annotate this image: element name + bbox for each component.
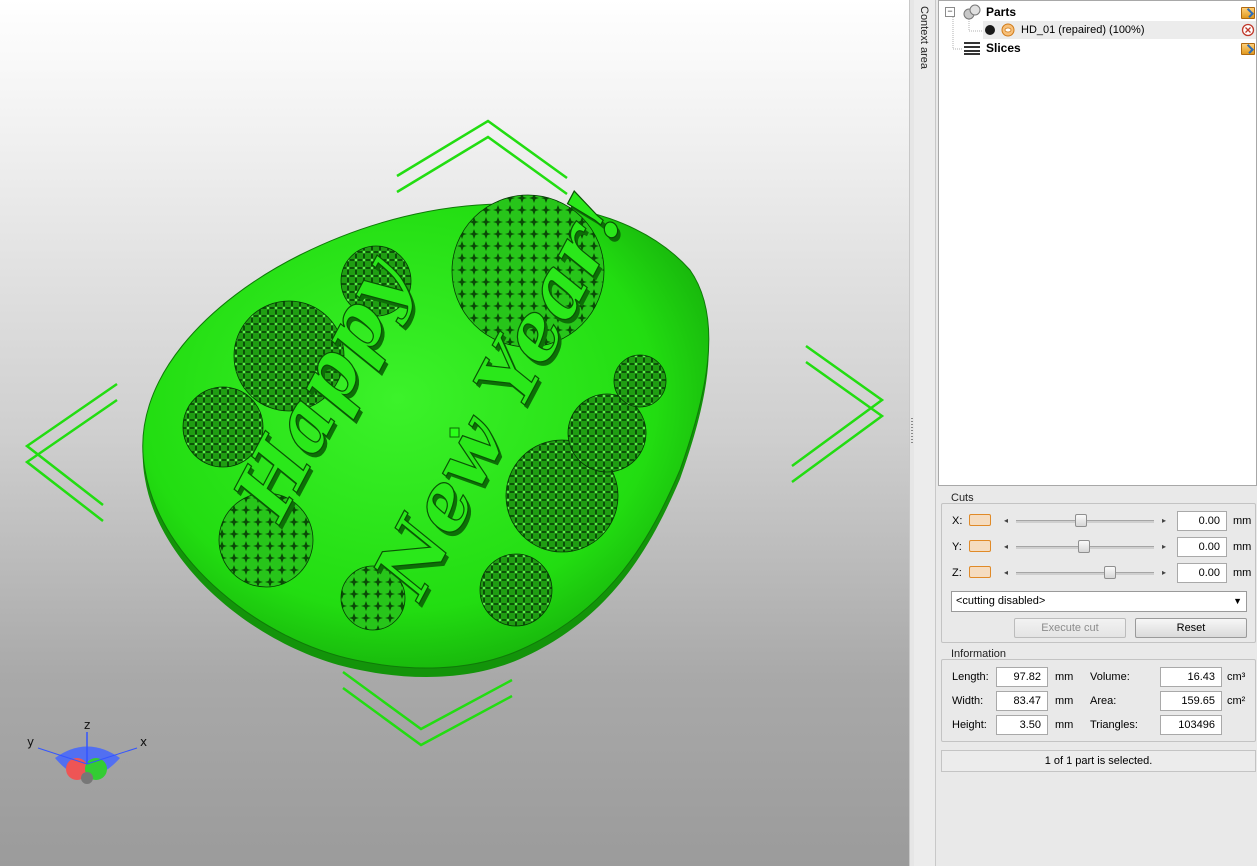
cut-z-slider-thumb[interactable] <box>1104 566 1116 579</box>
slices-icon <box>964 42 980 55</box>
volume-unit: cm³ <box>1227 671 1246 683</box>
triangles-label: Triangles: <box>1090 719 1138 731</box>
transform-arrow-right[interactable] <box>791 344 885 484</box>
transform-arrow-bottom[interactable] <box>342 670 513 747</box>
parts-collapse-toggle[interactable]: − <box>945 7 955 17</box>
cut-x-slider-right-arrow-icon[interactable]: ▸ <box>1162 516 1166 525</box>
panel-empty-area <box>938 774 1257 866</box>
volume-label: Volume: <box>1090 671 1130 683</box>
context-area-label: Context area <box>918 6 930 69</box>
axis-label-x: x <box>140 735 147 749</box>
cut-x-label: X: <box>952 515 963 527</box>
area-unit: cm² <box>1227 695 1246 707</box>
selection-status-bar: 1 of 1 part is selected. <box>941 750 1256 772</box>
height-unit: mm <box>1055 719 1074 731</box>
cut-x-slider[interactable]: ◂ ▸ <box>1002 514 1168 528</box>
length-value: 97.82 <box>996 667 1048 687</box>
cut-x-value-field[interactable]: 0.00 <box>1177 511 1227 531</box>
axis-gizmo[interactable]: z x y <box>27 718 147 784</box>
transform-arrow-top[interactable] <box>396 119 568 196</box>
tree-item-slices-label: Slices <box>986 41 1021 55</box>
volume-value: 16.43 <box>1160 667 1222 687</box>
width-label: Width: <box>952 695 984 707</box>
width-unit: mm <box>1055 695 1074 707</box>
viewport-canvas[interactable]: Happy Happy New Year! New Year! z x y <box>0 0 909 866</box>
area-value: 159.65 <box>1160 691 1222 711</box>
cut-z-color-button[interactable] <box>969 566 991 578</box>
remove-part-icon[interactable] <box>1241 23 1255 37</box>
execute-cut-button[interactable]: Execute cut <box>1014 618 1126 638</box>
context-area-tab[interactable]: Context area <box>914 0 936 866</box>
right-panel: − Parts HD_01 (repaired) (100%) Slices C… <box>936 0 1257 866</box>
cut-y-slider-left-arrow-icon[interactable]: ◂ <box>1004 542 1008 551</box>
tree-item-part-label: HD_01 (repaired) (100%) <box>1021 24 1145 36</box>
cut-x-slider-thumb[interactable] <box>1075 514 1087 527</box>
cut-z-unit: mm <box>1233 567 1252 579</box>
cut-y-slider-thumb[interactable] <box>1078 540 1090 553</box>
rotation-center-marker <box>449 427 460 438</box>
axis-label-z: z <box>84 718 90 732</box>
cut-y-label: Y: <box>952 541 962 553</box>
part-mesh-icon <box>1001 23 1015 37</box>
open-folder-icon[interactable] <box>1241 7 1255 19</box>
tree-item-parts-label: Parts <box>986 5 1017 19</box>
parts-icon <box>963 4 981 20</box>
splitter-grip[interactable] <box>911 418 913 444</box>
cut-x-slider-left-arrow-icon[interactable]: ◂ <box>1004 516 1008 525</box>
transform-arrow-left[interactable] <box>24 382 118 522</box>
cut-mode-select[interactable]: <cutting disabled> ▼ <box>951 591 1247 612</box>
cut-z-slider[interactable]: ◂ ▸ <box>1002 566 1168 580</box>
cut-z-slider-left-arrow-icon[interactable]: ◂ <box>1004 568 1008 577</box>
cut-y-color-button[interactable] <box>969 540 991 552</box>
tree-item-part[interactable]: HD_01 (repaired) (100%) <box>983 21 1256 39</box>
reset-button[interactable]: Reset <box>1135 618 1247 638</box>
height-value: 3.50 <box>996 715 1048 735</box>
cut-x-unit: mm <box>1233 515 1252 527</box>
cut-y-slider-right-arrow-icon[interactable]: ▸ <box>1162 542 1166 551</box>
cut-z-label: Z: <box>952 567 962 579</box>
triangles-value: 103496 <box>1160 715 1222 735</box>
length-unit: mm <box>1055 671 1074 683</box>
area-label: Area: <box>1090 695 1117 707</box>
cut-z-value-field[interactable]: 0.00 <box>1177 563 1227 583</box>
width-value: 83.47 <box>996 691 1048 711</box>
3d-viewport[interactable]: Happy Happy New Year! New Year! z x y <box>0 0 909 866</box>
cut-y-slider[interactable]: ◂ ▸ <box>1002 540 1168 554</box>
length-label: Length: <box>952 671 989 683</box>
tree-item-parts[interactable]: Parts <box>963 3 1253 21</box>
height-label: Height: <box>952 719 987 731</box>
cut-z-slider-right-arrow-icon[interactable]: ▸ <box>1162 568 1166 577</box>
open-slices-folder-icon[interactable] <box>1241 43 1255 55</box>
tree-item-slices[interactable]: Slices <box>963 39 1233 57</box>
chevron-down-icon: ▼ <box>1233 596 1242 606</box>
cut-y-unit: mm <box>1233 541 1252 553</box>
parts-tree[interactable]: − Parts HD_01 (repaired) (100%) Slices <box>938 0 1257 486</box>
visibility-dot-icon[interactable] <box>985 25 995 35</box>
cut-x-color-button[interactable] <box>969 514 991 526</box>
axis-label-y: y <box>27 735 34 749</box>
cut-mode-selected-value: <cutting disabled> <box>956 595 1046 607</box>
cut-y-value-field[interactable]: 0.00 <box>1177 537 1227 557</box>
